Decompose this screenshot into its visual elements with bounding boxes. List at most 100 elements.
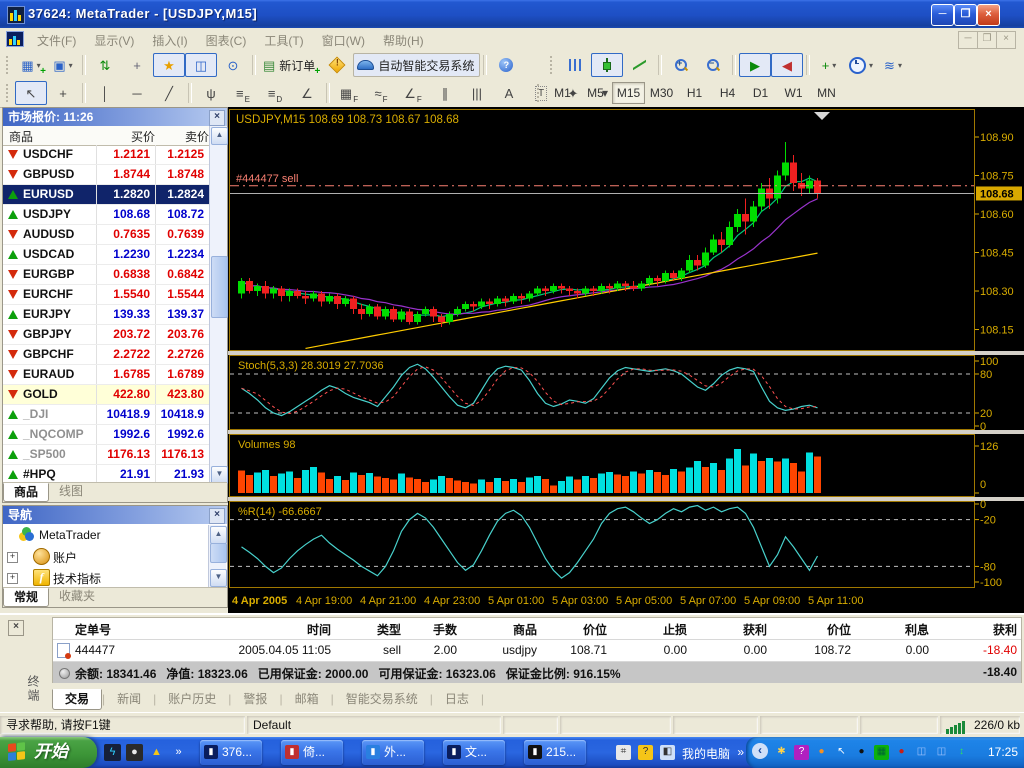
horizontal-line-tool[interactable]: ─ bbox=[121, 81, 153, 105]
market-watch-tab-线图[interactable]: 线图 bbox=[49, 483, 93, 500]
taskbar-clock[interactable]: 17:25 bbox=[988, 745, 1018, 759]
gann-fan-tool[interactable]: ∠ bbox=[291, 81, 323, 105]
market-watch-row-EURJPY[interactable]: EURJPY139.33139.37 bbox=[3, 305, 210, 325]
market-watch-row-_SP500[interactable]: _SP5001176.131176.13 bbox=[3, 445, 210, 465]
market-watch-row-GBPUSD[interactable]: GBPUSD1.87441.8748 bbox=[3, 165, 210, 185]
expand-plus-icon[interactable]: + bbox=[7, 552, 18, 563]
scrollbar-thumb[interactable] bbox=[210, 543, 227, 563]
profiles-button[interactable]: ▣▾ bbox=[47, 53, 79, 77]
terminal-tab-智能交易系统[interactable]: 智能交易系统 bbox=[334, 690, 430, 709]
cursor-tool[interactable]: ↖ bbox=[15, 81, 47, 105]
close-icon[interactable]: × bbox=[8, 620, 24, 636]
network-icon[interactable]: ◫ bbox=[914, 745, 929, 760]
zoom-in-button[interactable]: + bbox=[665, 53, 697, 77]
close-icon[interactable]: × bbox=[209, 110, 225, 126]
keyboard-icon[interactable]: ⌗ bbox=[616, 745, 631, 760]
task-button-0[interactable]: ▮376... bbox=[200, 740, 262, 765]
start-button[interactable]: 开始 bbox=[0, 737, 97, 768]
terminal-tab-邮箱[interactable]: 邮箱 bbox=[283, 690, 331, 709]
window-restore-button[interactable]: ❐ bbox=[954, 4, 977, 26]
data-window-button[interactable]: + bbox=[121, 53, 153, 77]
ime-icon[interactable]: ◧ bbox=[660, 745, 675, 760]
navigator-item-1[interactable]: +账户 bbox=[5, 546, 210, 567]
timeframe-h1[interactable]: H1 bbox=[678, 82, 711, 104]
market-watch-row-EURGBP[interactable]: EURGBP0.68380.6842 bbox=[3, 265, 210, 285]
menu-item-0[interactable]: 文件(F) bbox=[28, 28, 85, 51]
help-box-icon[interactable]: ? bbox=[794, 745, 809, 760]
periods-button[interactable]: ▾ bbox=[845, 53, 877, 77]
mdi-minimize-button[interactable]: ─ bbox=[958, 31, 978, 49]
help-icon[interactable]: ? bbox=[638, 745, 653, 760]
market-watch-row-_NQCOMP[interactable]: _NQCOMP1992.61992.6 bbox=[3, 425, 210, 445]
equidistant-channel-tool[interactable]: ≡E bbox=[227, 81, 259, 105]
market-watch-scrollbar[interactable]: ▲ ▼ bbox=[209, 126, 227, 485]
terminal-column-0[interactable]: 定单号 bbox=[75, 621, 111, 638]
market-watch-row-EURAUD[interactable]: EURAUD1.67851.6789 bbox=[3, 365, 210, 385]
market-watch-row-USDCAD[interactable]: USDCAD1.22301.2234 bbox=[3, 245, 210, 265]
green-square-icon[interactable]: ▦ bbox=[874, 745, 889, 760]
line-chart-button[interactable] bbox=[623, 53, 655, 77]
templates-button[interactable]: ≋▾ bbox=[877, 53, 909, 77]
menu-item-1[interactable]: 显示(V) bbox=[85, 28, 143, 51]
timeframe-m15[interactable]: M15 bbox=[612, 82, 645, 104]
navigator-scrollbar[interactable]: ▲ ▼ bbox=[208, 525, 226, 588]
fire-ball-icon[interactable]: ● bbox=[894, 745, 909, 760]
column-header-0[interactable]: 商品 bbox=[9, 128, 33, 145]
task-button-2[interactable]: ▮外... bbox=[362, 740, 424, 765]
expert-advisors-button[interactable]: 自动智能交易系统 bbox=[353, 53, 480, 77]
terminal-tab-交易[interactable]: 交易 bbox=[52, 689, 102, 710]
help-button[interactable]: ? bbox=[490, 53, 522, 77]
market-watch-row-GBPCHF[interactable]: GBPCHF2.27222.2726 bbox=[3, 345, 210, 365]
tester-button[interactable]: ⊙ bbox=[217, 53, 249, 77]
menu-item-4[interactable]: 工具(T) bbox=[255, 28, 312, 51]
new-chart-button[interactable]: ▦+▾ bbox=[15, 53, 47, 77]
network-icon-2[interactable]: ◫ bbox=[934, 745, 949, 760]
timeframe-d1[interactable]: D1 bbox=[744, 82, 777, 104]
window-minimize-button[interactable]: ─ bbox=[931, 4, 954, 26]
market-watch-row-GOLD[interactable]: GOLD422.80423.80 bbox=[3, 385, 210, 405]
updown-arrows-icon[interactable]: ↕ bbox=[954, 745, 969, 760]
fibo-fan-tool[interactable]: ∠F bbox=[397, 81, 429, 105]
terminal-column-6[interactable]: 止损 bbox=[663, 621, 687, 638]
market-watch-row-USDCHF[interactable]: USDCHF1.21211.2125 bbox=[3, 145, 210, 165]
ball-icon[interactable]: ● bbox=[814, 745, 829, 760]
menu-item-6[interactable]: 帮助(H) bbox=[374, 28, 433, 51]
flower-icon[interactable]: ✱ bbox=[774, 745, 789, 760]
navigator-toggle[interactable]: ★ bbox=[153, 53, 185, 77]
terminal-tab-新闻[interactable]: 新闻 bbox=[105, 690, 153, 709]
timeframe-mn[interactable]: MN bbox=[810, 82, 843, 104]
menu-item-2[interactable]: 插入(I) bbox=[143, 28, 196, 51]
window-close-button[interactable]: × bbox=[977, 4, 1000, 26]
chevron-down-icon[interactable]: ▾ bbox=[869, 61, 873, 70]
terminal-column-5[interactable]: 价位 bbox=[583, 621, 607, 638]
market-watch-row-USDJPY[interactable]: USDJPY108.68108.72 bbox=[3, 205, 210, 225]
alert-button[interactable]: ! bbox=[321, 53, 353, 77]
terminal-column-1[interactable]: 时间 bbox=[307, 621, 331, 638]
vertical-line-tool[interactable]: │ bbox=[89, 81, 121, 105]
lightning-icon[interactable]: ϟ bbox=[104, 744, 121, 761]
task-button-3[interactable]: ▮文... bbox=[443, 740, 505, 765]
market-watch-row-AUDUSD[interactable]: AUDUSD0.76350.7639 bbox=[3, 225, 210, 245]
market-watch-row-EURCHF[interactable]: EURCHF1.55401.5544 bbox=[3, 285, 210, 305]
tray-collapse-icon[interactable]: ‹ bbox=[752, 743, 768, 759]
scroll-down-icon[interactable]: ▼ bbox=[210, 569, 227, 587]
navigator-tab-常规[interactable]: 常规 bbox=[3, 588, 49, 607]
scroll-up-icon[interactable]: ▲ bbox=[211, 127, 228, 145]
navigator-item-0[interactable]: MetaTrader bbox=[5, 525, 210, 546]
scroll-up-icon[interactable]: ▲ bbox=[210, 526, 227, 544]
pointer-icon[interactable]: ↖ bbox=[834, 745, 849, 760]
mdi-close-button[interactable]: × bbox=[996, 31, 1016, 49]
timeframe-h4[interactable]: H4 bbox=[711, 82, 744, 104]
quick-launch-more-icon[interactable]: » bbox=[170, 744, 187, 761]
fibo-retracement-tool[interactable]: ≈F bbox=[365, 81, 397, 105]
skull-icon[interactable]: ● bbox=[126, 744, 143, 761]
market-watch-row-_DJI[interactable]: _DJI10418.910418.9 bbox=[3, 405, 210, 425]
timeframe-w1[interactable]: W1 bbox=[777, 82, 810, 104]
candlestick-button[interactable] bbox=[591, 53, 623, 77]
chevron-down-icon[interactable]: ▾ bbox=[69, 61, 73, 70]
expand-plus-icon[interactable]: + bbox=[7, 573, 18, 584]
trendline-tool[interactable]: ╱ bbox=[153, 81, 185, 105]
timeframe-m30[interactable]: M30 bbox=[645, 82, 678, 104]
terminal-column-10[interactable]: 获利 bbox=[993, 621, 1017, 638]
auto-scroll-button[interactable]: ▶ bbox=[739, 53, 771, 77]
